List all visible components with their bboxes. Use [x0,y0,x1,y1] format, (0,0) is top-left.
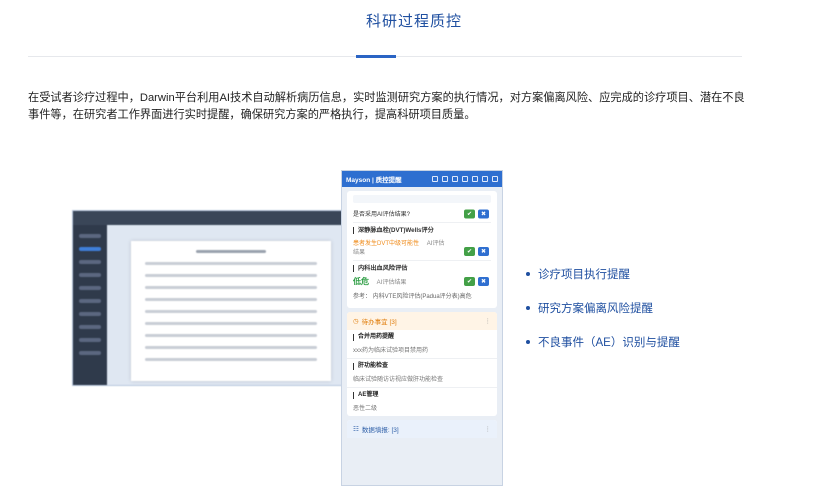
intro-paragraph: 在受试者诊疗过程中，Darwin平台利用AI技术自动解析病历信息，实时监测研究方… [28,92,745,121]
ai-confirm-question: 是否采用AI评估结果? [353,212,411,218]
feature-label: 诊疗项目执行提醒 [538,269,630,281]
todo-name: AE管理 [353,392,491,399]
todo-item[interactable]: AE管理 恶性二级 [347,388,497,416]
panel-header: Mayson | 质控提醒 [342,171,502,187]
todo-sub: 临床试验随访访视应做肝功能检查 [353,377,444,383]
todo-name: 肝功能检查 [353,363,491,370]
assessment-item: 深静脉血栓(DVT)Wells评分 患者发生DVT中级可能性 AI评估结果 ✔ … [353,223,491,261]
layout-icon[interactable] [482,176,488,182]
page-title: 科研过程质控 [365,13,462,30]
todo-title: 待办事宜 [3] [361,319,397,326]
more-icon[interactable]: ⋮ [485,425,492,433]
data-fill-header[interactable]: ☷ 数据填报: [3] ⋮ [347,420,497,438]
feature-item: 不良事件（AE）识别与提醒 [526,334,680,368]
ai-confirm-row: 是否采用AI评估结果? ✔ ✖ [353,205,491,223]
accept-check-icon[interactable]: ✔ [464,277,475,286]
data-fill-title: 数据填报: [3] [361,427,399,434]
assessment-item: 内科出血风险评估 低危 AI评估结果 参考： 内科VTE风险评估(Padua评分… [353,261,491,304]
assessment-name: 深静脉血栓(DVT)Wells评分 [353,227,491,234]
bullet-icon [526,306,530,310]
feature-list: 诊疗项目执行提醒 研究方案偏离风险提醒 不良事件（AE）识别与提醒 [526,266,680,368]
assessment-result: 低危 [353,277,369,286]
screen-icon[interactable] [492,176,498,182]
reminder-panel: Mayson | 质控提醒 是否采用AI评估结果? ✔ ✖ 深静脉血栓(DVT)… [341,170,503,486]
data-fill-section: ☷ 数据填报: [3] ⋮ [347,420,497,438]
app-topbar [73,211,361,225]
accept-check-icon[interactable]: ✔ [464,209,475,218]
assessment-reference: 参考： 内科VTE风险评估(Padua评分表)高危 [353,294,472,300]
todo-sub: xxx药为临床试验项目禁用药 [353,348,429,354]
truncated-row [353,195,491,203]
background-app-screenshot [72,210,362,386]
assessment-result: 患者发生DVT中级可能性 [353,241,420,247]
assessment-name: 内科出血风险评估 [353,265,491,272]
document-icon[interactable] [462,176,468,182]
todo-sub: 恶性二级 [353,406,378,412]
reject-close-icon[interactable]: ✖ [478,247,489,256]
todo-item[interactable]: 肝功能检查 临床试验随访访视应做肝功能检查 [347,359,497,388]
clock-icon: ◷ [353,318,359,325]
chat-icon[interactable] [442,176,448,182]
todo-section: ◷ 待办事宜 [3] ⋮ 合并用药提醒 xxx药为临床试验项目禁用药 肝功能检查… [347,312,497,416]
feature-item: 诊疗项目执行提醒 [526,266,680,300]
list-icon[interactable] [472,176,478,182]
assessment-card: 是否采用AI评估结果? ✔ ✖ 深静脉血栓(DVT)Wells评分 患者发生DV… [347,191,497,308]
search-icon[interactable] [432,176,438,182]
feature-label: 不良事件（AE）识别与提醒 [538,337,680,349]
title-accent-bar [356,55,396,58]
todo-item[interactable]: 合并用药提醒 xxx药为临床试验项目禁用药 [347,330,497,359]
form-icon: ☷ [353,426,359,433]
reject-close-icon[interactable]: ✖ [478,209,489,218]
medical-record-document [131,241,331,381]
feature-item: 研究方案偏离风险提醒 [526,300,680,334]
feature-label: 研究方案偏离风险提醒 [538,303,653,315]
accept-check-icon[interactable]: ✔ [464,247,475,256]
app-left-nav [73,225,107,385]
folder-icon[interactable] [452,176,458,182]
more-icon[interactable]: ⋮ [485,317,492,325]
reject-close-icon[interactable]: ✖ [478,277,489,286]
panel-title: Mayson | 质控提醒 [346,177,402,184]
assessment-note: AI评估结果 [376,280,407,286]
panel-toolbar [432,176,498,182]
bullet-icon [526,272,530,276]
todo-name: 合并用药提醒 [353,334,491,341]
bullet-icon [526,340,530,344]
todo-header[interactable]: ◷ 待办事宜 [3] ⋮ [347,312,497,330]
